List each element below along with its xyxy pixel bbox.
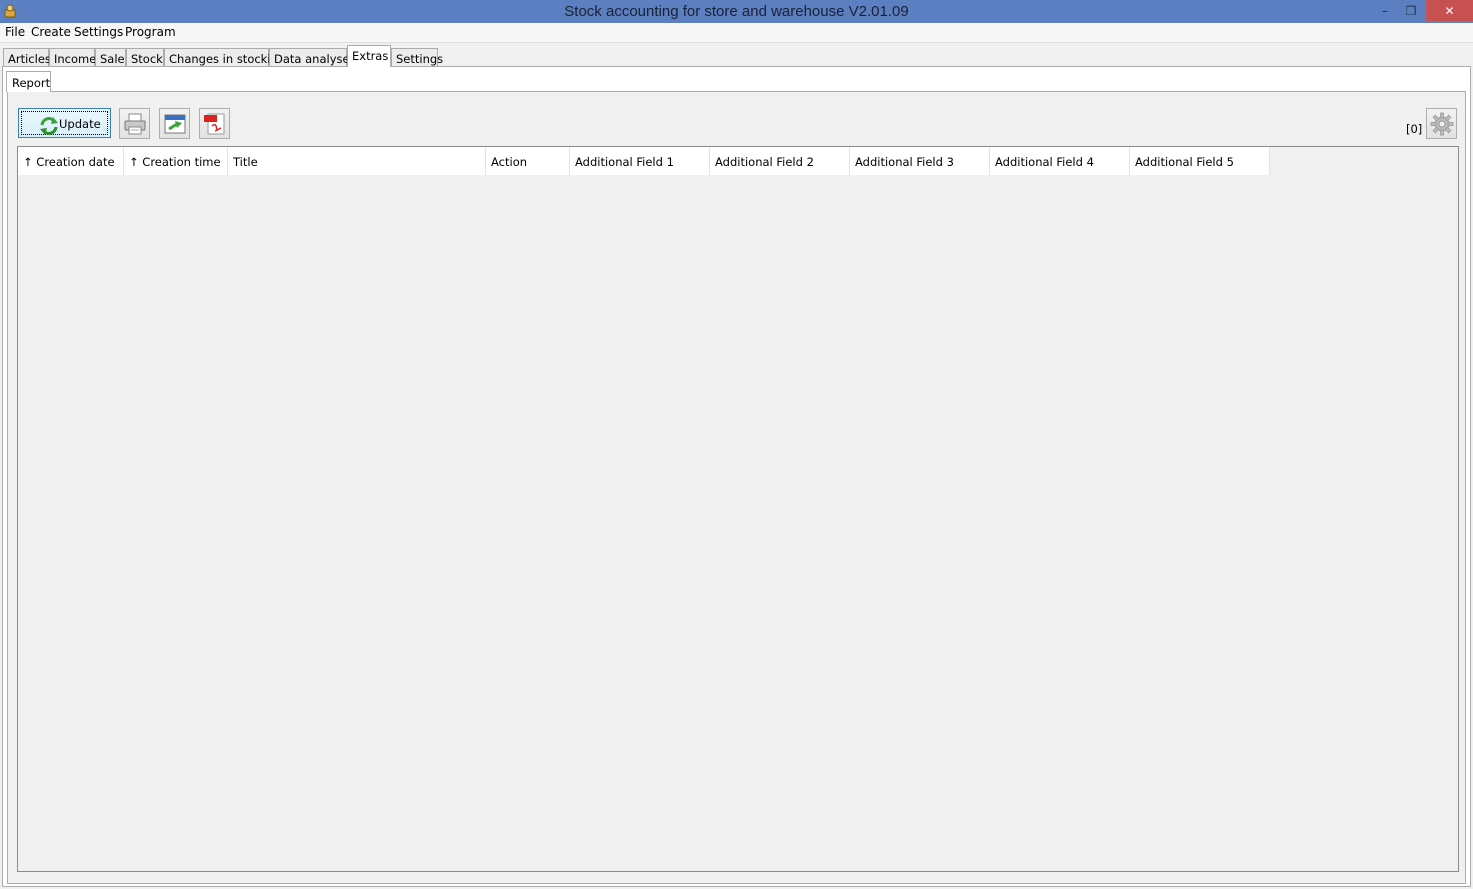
gear-icon: [1430, 112, 1454, 136]
title-bar[interactable]: Stock accounting for store and warehouse…: [0, 0, 1473, 23]
subtab-report[interactable]: Report: [6, 71, 51, 92]
window-title: Stock accounting for store and warehouse…: [564, 3, 909, 20]
app-window: Stock accounting for store and warehouse…: [0, 0, 1473, 889]
tab-income[interactable]: Income: [49, 48, 96, 67]
menu-settings[interactable]: Settings: [74, 25, 123, 39]
menu-file[interactable]: File: [5, 25, 25, 39]
tab-changes-in-stocking[interactable]: Changes in stocking: [164, 48, 285, 67]
print-button[interactable]: [119, 108, 150, 139]
tab-stock[interactable]: Stock: [126, 48, 164, 67]
pdf-export-button[interactable]: [199, 108, 230, 139]
column-additional-field-1[interactable]: Additional Field 1: [570, 147, 710, 175]
column-additional-field-3[interactable]: Additional Field 3: [850, 147, 990, 175]
column-creation-time[interactable]: ↑ Creation time: [124, 147, 228, 175]
export-icon: [164, 114, 186, 134]
menu-bar: File Create Settings Program: [0, 23, 1473, 43]
update-button[interactable]: Update: [18, 108, 111, 138]
pdf-icon: [204, 113, 225, 135]
column-additional-field-4[interactable]: Additional Field 4: [990, 147, 1130, 175]
settings-button[interactable]: [1426, 108, 1457, 139]
menu-create[interactable]: Create: [31, 25, 71, 39]
tab-data-analyses[interactable]: Data analyses: [269, 48, 356, 67]
report-table[interactable]: ↑ Creation date ↑ Creation time Title Ac…: [17, 146, 1459, 872]
column-title[interactable]: Title: [228, 147, 486, 175]
column-action[interactable]: Action: [486, 147, 570, 175]
tab-sale[interactable]: Sale: [95, 48, 126, 67]
column-creation-date[interactable]: ↑ Creation date: [18, 147, 124, 175]
tab-articles[interactable]: Articles: [3, 48, 51, 67]
tab-settings[interactable]: Settings: [391, 48, 443, 67]
close-button[interactable]: ✕: [1426, 0, 1473, 21]
menu-program[interactable]: Program: [125, 25, 176, 39]
record-count: [0]: [1406, 122, 1423, 136]
report-panel: Update [0] ↑ Creation date ↑ Creation ti…: [7, 91, 1466, 884]
restore-button[interactable]: ❐: [1397, 0, 1425, 21]
column-additional-field-5[interactable]: Additional Field 5: [1130, 147, 1270, 175]
column-additional-field-2[interactable]: Additional Field 2: [710, 147, 850, 175]
printer-icon: [124, 113, 146, 135]
minimize-button[interactable]: –: [1371, 0, 1399, 21]
tab-extras[interactable]: Extras: [347, 45, 391, 67]
update-button-label: Update: [59, 117, 101, 131]
export-button[interactable]: [159, 108, 190, 139]
extras-tab-panel: Report Update [0] ↑ Creation date ↑ Crea…: [2, 66, 1471, 887]
refresh-icon: [35, 112, 58, 135]
